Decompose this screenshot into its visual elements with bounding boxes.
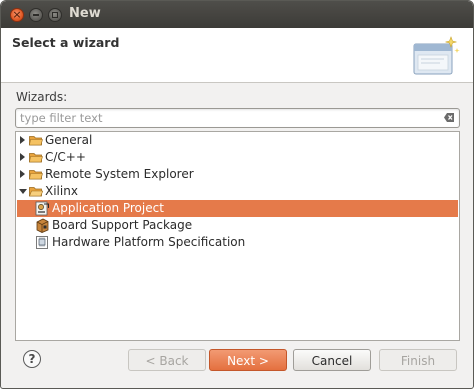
tree-item-label: General [45,133,93,147]
tree-item-label: Remote System Explorer [45,167,194,181]
hardware-platform-icon [36,236,48,249]
tree-item-label: C/C++ [45,150,86,164]
board-support-package-icon [36,218,49,233]
expand-arrow-icon[interactable] [20,136,25,144]
page-title: Select a wizard [12,35,120,50]
collapse-arrow-icon[interactable] [19,189,27,194]
tree-item-hardware-platform-specification[interactable]: Hardware Platform Specification [17,234,458,251]
wizard-tree[interactable]: General C/C++ Remote System Explorer Xil… [15,131,460,341]
tree-item-label: Application Project [52,201,164,215]
folder-icon [29,136,43,146]
button-bar: ? < Back Next > Cancel Finish [1,340,473,388]
close-icon: × [12,8,22,21]
cancel-button[interactable]: Cancel [293,349,371,371]
expand-arrow-icon[interactable] [20,153,25,161]
tree-item-xilinx[interactable]: Xilinx [17,183,458,200]
tree-item-remote-system-explorer[interactable]: Remote System Explorer [17,166,458,183]
expand-arrow-icon[interactable] [20,170,25,178]
folder-open-icon [29,187,43,197]
tree-item-label: Xilinx [45,184,78,198]
folder-icon [29,170,43,180]
minimize-button[interactable] [29,8,43,22]
tree-item-board-support-package[interactable]: Board Support Package [17,217,458,234]
tree-item-cpp[interactable]: C/C++ [17,149,458,166]
wizards-label: Wizards: [16,90,68,104]
help-button[interactable]: ? [23,350,41,368]
window-title: New [69,6,101,21]
next-button[interactable]: Next > [209,349,287,371]
tree-item-label: Board Support Package [52,218,193,232]
clear-filter-icon[interactable] [444,112,455,123]
wizard-header: Select a wizard [1,28,473,83]
tree-item-label: Hardware Platform Specification [52,235,246,249]
tree-item-general[interactable]: General [17,132,458,149]
title-bar[interactable]: × New [1,1,473,28]
new-wizard-banner-icon [413,36,460,75]
finish-button[interactable]: Finish [379,349,457,371]
filter-field[interactable] [15,108,460,128]
application-project-icon [35,201,49,216]
filter-input[interactable] [20,109,435,127]
maximize-button[interactable] [48,8,62,22]
close-button[interactable]: × [10,8,24,22]
folder-icon [29,153,43,163]
back-button[interactable]: < Back [128,349,206,371]
help-icon: ? [28,352,36,366]
new-wizard-dialog: × New Select a wizard Wizards: type filt… [0,0,474,389]
tree-item-application-project[interactable]: Application Project [17,200,458,217]
